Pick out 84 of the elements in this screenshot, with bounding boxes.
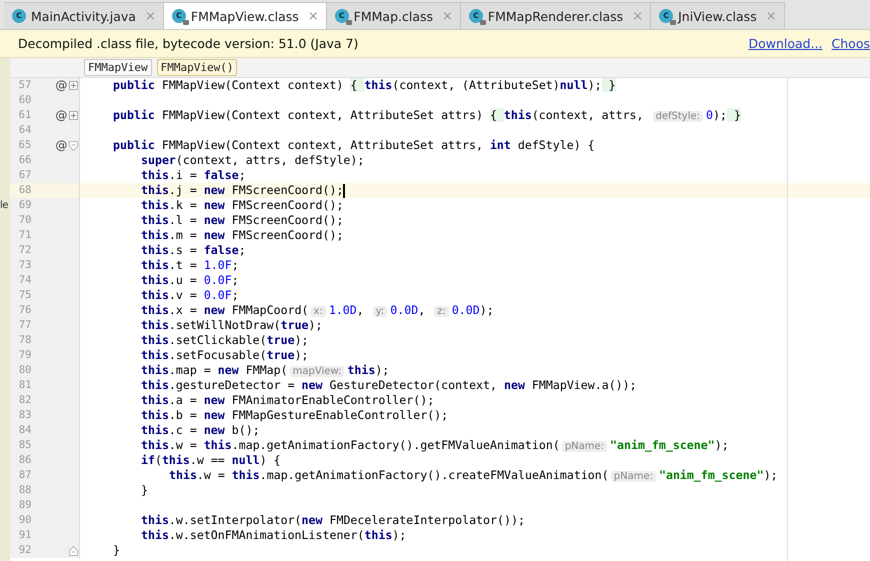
- line-number: 85: [18, 438, 32, 453]
- line-number: 61: [18, 108, 32, 123]
- line-number: 89: [18, 498, 32, 513]
- code-line: public FMMapView(Context context, AttributeSet attrs) { this(context, attrs, defStyle: 0); }: [113, 108, 741, 124]
- line-number: 57: [18, 78, 32, 93]
- code-line: this.w.setInterpolator(new FMDecelerateInterpolator());: [141, 513, 525, 528]
- code-line: this.j = new FMScreenCoord();: [141, 183, 344, 198]
- class-icon: c: [468, 9, 483, 23]
- override-marker: @: [55, 78, 68, 92]
- code-line: this.v = 0.0F;: [141, 288, 239, 303]
- line-number: 82: [18, 393, 32, 408]
- line-number: 86: [18, 453, 32, 468]
- code-line: }: [141, 483, 148, 498]
- code-line: public FMMapView(Context context) { this(context, (AttributeSet)null); }: [113, 78, 616, 93]
- collapse-icon[interactable]: [69, 140, 78, 150]
- line-number: 79: [18, 348, 32, 363]
- line-number: 91: [18, 528, 32, 543]
- editor-tab[interactable]: c MainActivity.java ×: [4, 2, 164, 29]
- line-number: 60: [18, 93, 32, 108]
- override-marker: @: [55, 138, 68, 152]
- breadcrumb[interactable]: FMMapView: [84, 59, 152, 76]
- line-number: 74: [18, 273, 32, 288]
- code-line: this.map = new FMMap( mapView: this);: [141, 362, 390, 378]
- code-line: this.setWillNotDraw(true);: [141, 318, 322, 333]
- breadcrumb[interactable]: FMMapView(): [156, 59, 238, 76]
- line-number: 75: [18, 288, 32, 303]
- code-line: this.setFocusable(true);: [141, 348, 309, 363]
- line-number: 67: [18, 168, 32, 183]
- code-line: public FMMapView(Context context, AttributeSet attrs, int defStyle) {: [113, 138, 595, 153]
- code-line: this.b = new FMMapGestureEnableController();: [141, 408, 448, 423]
- code-line: this.x = new FMMapCoord( x: 1.0D, y: 0.0D, z: 0.0D);: [141, 302, 494, 318]
- line-number: 65: [18, 138, 32, 153]
- class-icon: c: [334, 9, 349, 23]
- code-line: this.w = this.map.getAnimationFactory().getFMValueAnimation( pName: "anim_fm_scene");: [141, 438, 729, 454]
- notice-link[interactable]: Download...: [748, 36, 823, 51]
- code-line: this.a = new FMAnimatorEnableController();: [141, 393, 434, 408]
- line-number: 68: [18, 183, 32, 198]
- code-line: this.s = false;: [141, 243, 246, 258]
- line-number: 88: [18, 483, 32, 498]
- class-icon: c: [659, 9, 674, 23]
- code-line: this.c = new b();: [141, 423, 260, 438]
- line-number: 83: [18, 408, 32, 423]
- line-number: 84: [18, 423, 32, 438]
- editor-tab[interactable]: c FMMapView.class ×: [164, 2, 327, 29]
- code-line: this.setClickable(true);: [141, 333, 309, 348]
- class-icon: c: [12, 9, 26, 23]
- editor-tab[interactable]: c FMMapRenderer.class ×: [460, 2, 652, 29]
- line-number: 71: [18, 228, 32, 243]
- code-line: this.t = 1.0F;: [141, 258, 239, 273]
- line-number: 87: [18, 468, 32, 483]
- code-line: this.i = false;: [141, 168, 246, 183]
- line-number: 66: [18, 153, 32, 168]
- line-number: 64: [18, 123, 32, 138]
- code-line: this.w = this.map.getAnimationFactory().createFMValueAnimation( pName: "anim_fm_scene");: [169, 468, 778, 484]
- editor-tab[interactable]: c FMMap.class ×: [326, 2, 461, 29]
- code-line: this.l = new FMScreenCoord();: [141, 213, 344, 228]
- line-number: 73: [18, 258, 32, 273]
- code-line: this.w.setOnFMAnimationListener(this);: [141, 528, 406, 543]
- expand-icon[interactable]: [69, 81, 78, 90]
- line-number: 81: [18, 378, 32, 393]
- line-number: 72: [18, 243, 32, 258]
- collapse-icon[interactable]: [69, 546, 78, 556]
- notice-text: Decompiled .class file, bytecode version: 51.0 (Java 7): [18, 36, 358, 51]
- line-number: 92: [18, 543, 32, 558]
- expand-icon[interactable]: [69, 111, 78, 120]
- notice-link[interactable]: Choos: [832, 36, 870, 51]
- code-line: super(context, attrs, defStyle);: [141, 153, 364, 168]
- line-number: 90: [18, 513, 32, 528]
- line-number: 80: [18, 363, 32, 378]
- line-number: 69: [18, 198, 32, 213]
- code-line: this.k = new FMScreenCoord();: [141, 198, 344, 213]
- line-number: 78: [18, 333, 32, 348]
- code-line: if(this.w == null) {: [141, 453, 281, 468]
- code-line: this.u = 0.0F;: [141, 273, 239, 288]
- line-number: 70: [18, 213, 32, 228]
- code-line: this.m = new FMScreenCoord();: [141, 228, 344, 243]
- class-icon: c: [172, 9, 186, 23]
- override-marker: @: [55, 108, 68, 122]
- line-number: 76: [18, 303, 32, 318]
- code-line: }: [113, 543, 120, 558]
- side-panel-text: le: [0, 200, 9, 211]
- line-number: 77: [18, 318, 32, 333]
- code-line: this.gestureDetector = new GestureDetector(context, new FMMapView.a());: [141, 378, 637, 393]
- editor-tab[interactable]: c JniView.class ×: [651, 2, 785, 29]
